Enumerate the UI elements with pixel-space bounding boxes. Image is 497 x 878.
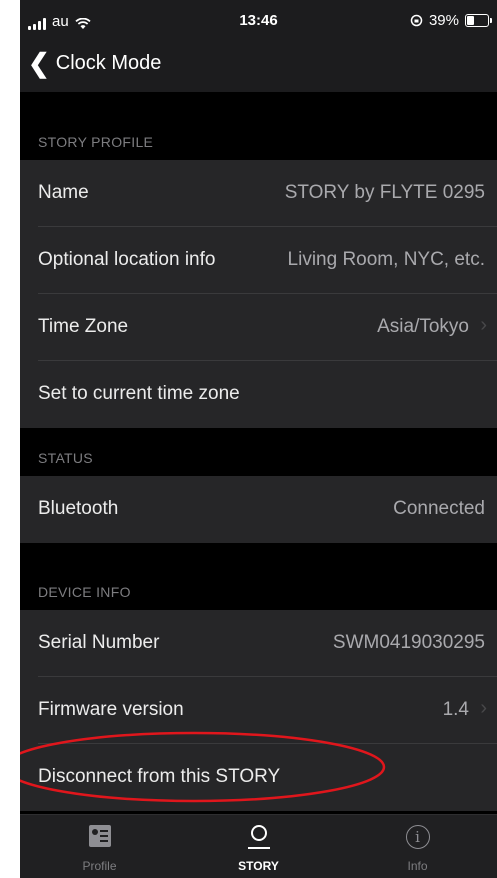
- tab-bar: Profile STORY i Info: [20, 814, 497, 878]
- chevron-right-icon: ›: [480, 697, 487, 719]
- story-clock-icon: [247, 825, 270, 851]
- row-firmware-version[interactable]: Firmware version 1.4 ›: [20, 677, 497, 744]
- row-value: Asia/Tokyo: [377, 316, 469, 337]
- row-value: Connected: [393, 498, 485, 519]
- chevron-left-icon: ❮: [28, 48, 50, 78]
- navigation-bar: ❮ Clock Mode: [20, 40, 497, 92]
- row-label: Optional location info: [38, 249, 216, 270]
- back-button[interactable]: ❮ Clock Mode: [28, 50, 161, 76]
- battery-icon: [465, 14, 492, 27]
- phone-screen: au 13:46 39% ❮ Clock Mode STORY PROFILE …: [20, 0, 497, 878]
- row-location[interactable]: Optional location info Living Room, NYC,…: [20, 227, 497, 294]
- status-bar: au 13:46 39%: [20, 0, 497, 40]
- row-value: Living Room, NYC, etc.: [287, 249, 485, 270]
- profile-card-icon: [88, 825, 111, 847]
- section-header-story-profile: STORY PROFILE: [20, 92, 497, 160]
- section-header-label: DEVICE INFO: [38, 584, 131, 600]
- section-header-status: STATUS: [20, 428, 497, 476]
- battery-fill: [467, 16, 474, 25]
- tab-info[interactable]: i Info: [338, 815, 497, 878]
- chevron-right-icon: ›: [480, 314, 487, 336]
- row-name[interactable]: Name STORY by FLYTE 0295: [20, 160, 497, 227]
- row-label: Set to current time zone: [38, 383, 240, 404]
- battery-percent: 39%: [428, 12, 459, 29]
- row-label: Disconnect from this STORY: [38, 766, 281, 787]
- row-time-zone[interactable]: Time Zone Asia/Tokyo ›: [20, 294, 497, 361]
- section-header-label: STATUS: [38, 450, 93, 466]
- tab-profile[interactable]: Profile: [20, 815, 179, 878]
- tab-label: Info: [407, 859, 428, 873]
- battery-group: 39%: [410, 12, 492, 29]
- tab-story[interactable]: STORY: [179, 815, 338, 878]
- tab-label: Profile: [82, 859, 117, 873]
- row-label: Name: [38, 182, 89, 203]
- row-serial-number[interactable]: Serial Number SWM0419030295: [20, 610, 497, 677]
- row-value: 1.4: [442, 699, 469, 720]
- rotation-lock-icon: [410, 14, 423, 27]
- row-set-current-time-zone[interactable]: Set to current time zone: [20, 361, 497, 428]
- row-label: Firmware version: [38, 699, 184, 720]
- row-label: Bluetooth: [38, 498, 119, 519]
- row-label: Time Zone: [38, 316, 129, 337]
- info-circle-icon: i: [405, 825, 430, 849]
- section-header-label: STORY PROFILE: [38, 134, 154, 150]
- row-value: STORY by FLYTE 0295: [284, 182, 485, 203]
- row-disconnect[interactable]: Disconnect from this STORY: [20, 744, 497, 811]
- tab-label: STORY: [238, 859, 279, 873]
- row-label: Serial Number: [38, 632, 160, 653]
- section-header-device-info: DEVICE INFO: [20, 543, 497, 610]
- row-bluetooth[interactable]: Bluetooth Connected: [20, 476, 497, 543]
- back-title: Clock Mode: [55, 51, 162, 74]
- battery-nub: [490, 18, 492, 23]
- row-value: SWM0419030295: [332, 632, 485, 653]
